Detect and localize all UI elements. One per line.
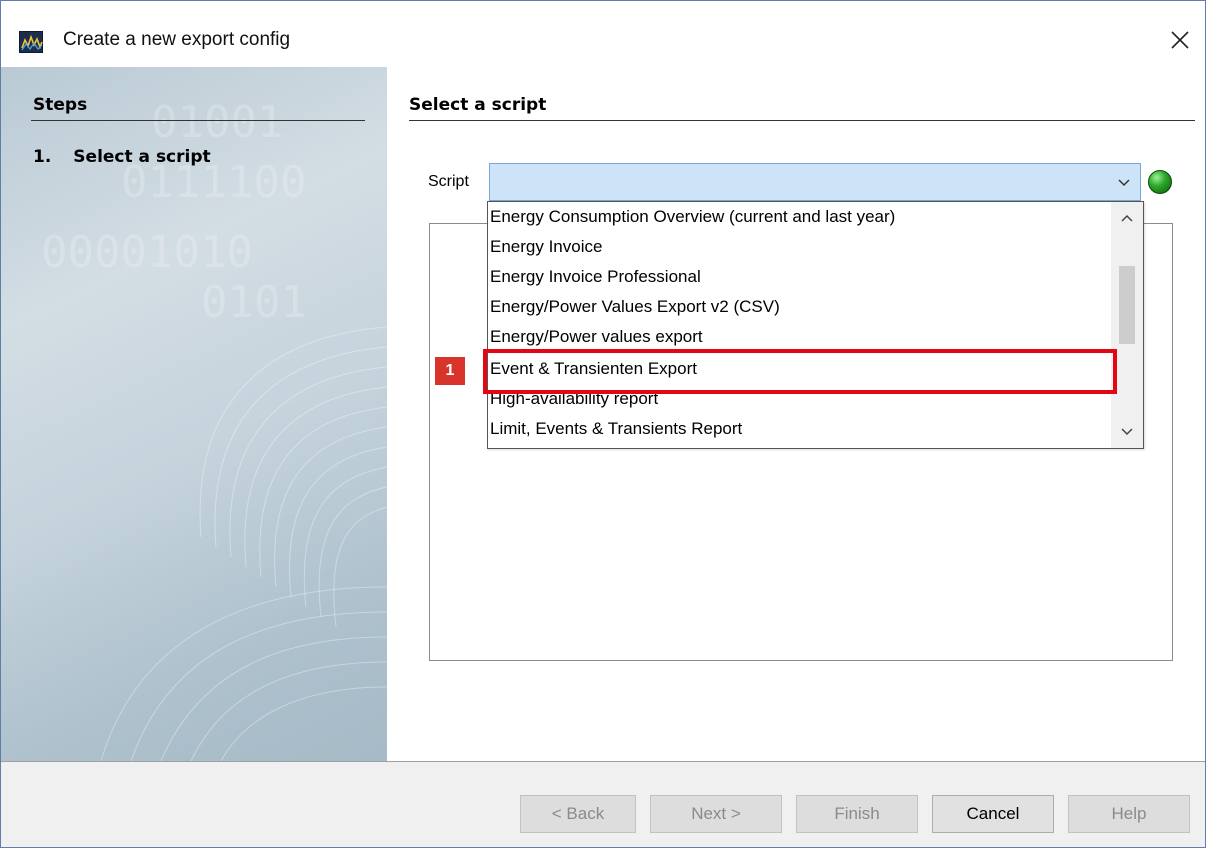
step-item-select-script: 1. Select a script (33, 147, 211, 167)
dropdown-option[interactable]: Energy Invoice Professional (488, 262, 1108, 292)
step-label: Select a script (73, 147, 211, 167)
dropdown-option-highlighted[interactable]: Event & Transienten Export (488, 354, 1108, 384)
content-pane: Select a script Script Energy Consumptio… (387, 67, 1205, 761)
step-number: 1. (33, 147, 52, 167)
dropdown-option[interactable]: Energy/Power values export (488, 322, 1108, 352)
dropdown-option[interactable]: Energy Consumption Overview (current and… (488, 202, 1108, 232)
scroll-up-button[interactable] (1111, 204, 1143, 234)
script-label: Script (428, 173, 469, 190)
steps-sidebar: 01001 0111100 00001010 0101 Steps 1. Sel… (1, 67, 387, 761)
status-indicator-icon (1148, 170, 1172, 194)
dropdown-option[interactable]: Energy Invoice (488, 232, 1108, 262)
dropdown-scrollbar[interactable] (1111, 202, 1143, 448)
svg-text:0101: 0101 (201, 277, 307, 328)
dialog-window: Create a new export config 01001 0111100… (0, 0, 1206, 848)
back-button[interactable]: < Back (520, 795, 636, 833)
dropdown-option[interactable]: Energy/Power Values Export v2 (CSV) (488, 292, 1108, 322)
chevron-up-icon (1121, 214, 1133, 222)
wizard-footer: < Back Next > Finish Cancel Help (1, 761, 1205, 847)
app-logo-icon (19, 31, 43, 53)
title-divider (409, 120, 1195, 121)
svg-text:00001010: 00001010 (41, 227, 253, 278)
close-button[interactable] (1155, 17, 1205, 63)
window-title: Create a new export config (63, 29, 291, 50)
svg-text:01001: 01001 (151, 97, 283, 148)
scroll-down-button[interactable] (1111, 416, 1143, 446)
close-icon (1171, 31, 1189, 49)
annotation-badge: 1 (435, 357, 465, 385)
script-select[interactable] (489, 163, 1141, 201)
sidebar-background-graphic: 01001 0111100 00001010 0101 (41, 97, 387, 761)
help-button[interactable]: Help (1068, 795, 1190, 833)
finish-button[interactable]: Finish (796, 795, 918, 833)
next-button[interactable]: Next > (650, 795, 782, 833)
dropdown-option[interactable]: High-availability report (488, 384, 1108, 414)
page-title: Select a script (409, 95, 547, 115)
chevron-down-icon (1121, 428, 1133, 436)
steps-heading: Steps (33, 95, 88, 115)
cancel-button[interactable]: Cancel (932, 795, 1054, 833)
script-dropdown-list[interactable]: Energy Consumption Overview (current and… (487, 201, 1144, 449)
wizard-body: 01001 0111100 00001010 0101 Steps 1. Sel… (1, 67, 1205, 761)
steps-divider (31, 120, 365, 121)
title-bar: Create a new export config (1, 1, 1205, 67)
chevron-down-icon (1118, 179, 1130, 187)
dropdown-option[interactable]: Limit, Events & Transients Report (488, 414, 1108, 444)
scroll-thumb[interactable] (1119, 266, 1135, 344)
